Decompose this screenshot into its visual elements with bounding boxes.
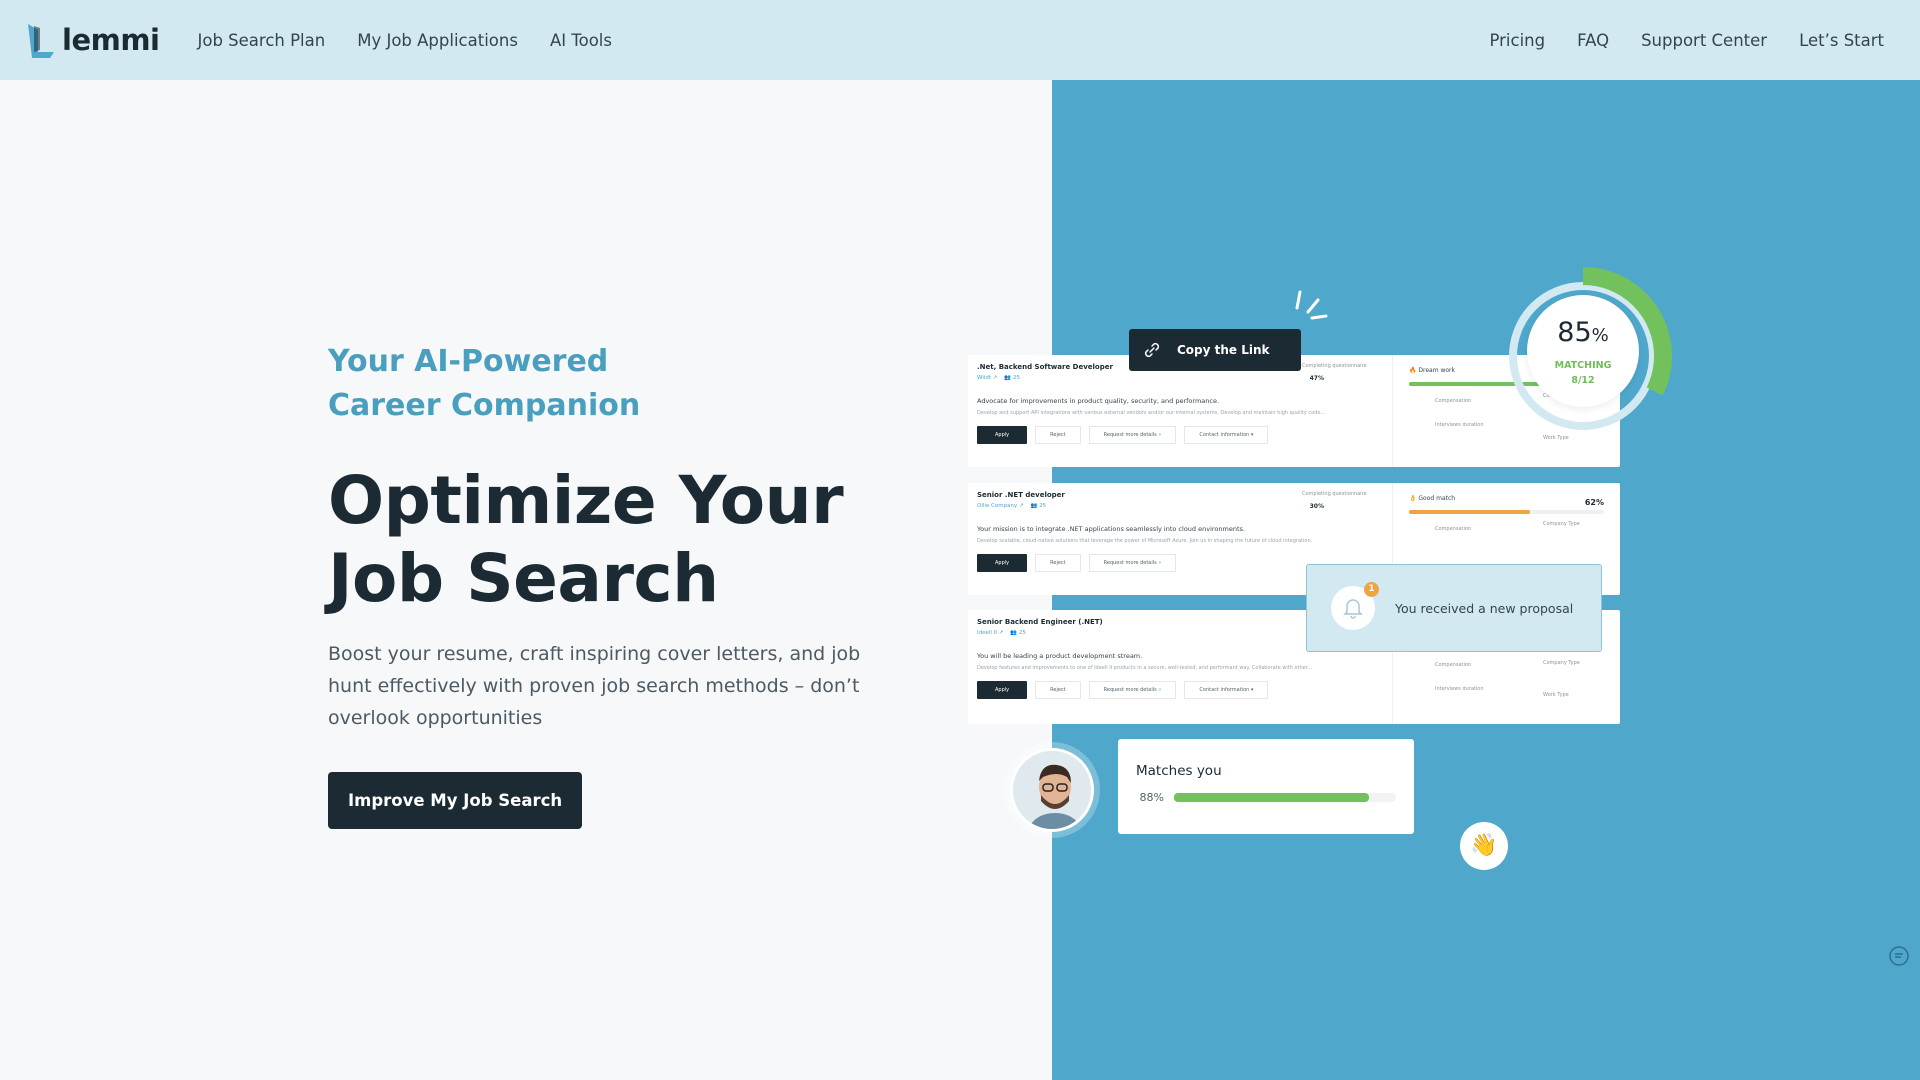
- field-interviews-duration: Interviews duration: [1435, 686, 1484, 692]
- matches-title: Matches you: [1136, 763, 1222, 779]
- bell-icon: 1: [1331, 582, 1379, 630]
- nav-lets-start[interactable]: Let’s Start: [1799, 31, 1884, 50]
- notification-badge: 1: [1364, 582, 1379, 597]
- questionnaire-label: Completing questionnaire: [1302, 491, 1367, 497]
- link-icon: [1144, 342, 1160, 358]
- questionnaire-label: Completing questionnaire: [1302, 363, 1367, 369]
- contact-info-dropdown[interactable]: Contact information ▾: [1184, 426, 1269, 444]
- questionnaire-pct: 47%: [1309, 375, 1324, 382]
- job-description-detail: Develop and support API integrations wit…: [977, 410, 1326, 416]
- sparkle-icon: [1295, 290, 1328, 320]
- chat-icon[interactable]: [1888, 945, 1910, 967]
- job-description-detail: Develop scalable, cloud-native solutions…: [977, 538, 1313, 544]
- matches-progress-bar: [1174, 793, 1396, 802]
- notification-text: You received a new proposal: [1395, 600, 1574, 616]
- waving-hand-icon: 👋: [1460, 822, 1508, 870]
- request-details-button[interactable]: Request more details »: [1088, 426, 1177, 444]
- logo-text: lemmi: [62, 23, 160, 57]
- job-description-detail: Develop features and improvements to one…: [977, 665, 1313, 671]
- questionnaire-pct: 30%: [1309, 503, 1324, 510]
- nav-pricing[interactable]: Pricing: [1489, 31, 1545, 50]
- copy-link-label: Copy the Link: [1177, 343, 1270, 357]
- nav-faq[interactable]: FAQ: [1577, 31, 1609, 50]
- matches-you-card: Matches you 88%: [1118, 739, 1414, 834]
- logo[interactable]: lemmi: [26, 22, 160, 58]
- field-company-type: Company Type: [1543, 521, 1580, 527]
- improve-job-search-button[interactable]: Improve My Job Search: [328, 772, 583, 829]
- nav-ai-tools[interactable]: AI Tools: [550, 31, 612, 50]
- apply-button[interactable]: Apply: [977, 681, 1028, 699]
- matches-percent: 88%: [1139, 791, 1164, 804]
- logo-icon: [28, 24, 54, 58]
- reject-button[interactable]: Reject: [1035, 554, 1081, 572]
- apply-button[interactable]: Apply: [977, 554, 1028, 572]
- new-proposal-notification[interactable]: 1 You received a new proposal: [1306, 564, 1602, 652]
- hero-eyebrow: Your AI-Powered Career Companion: [328, 344, 641, 423]
- job-description: Your mission is to integrate .NET applic…: [977, 525, 1245, 533]
- avatar: [1010, 748, 1094, 832]
- matching-label: MATCHING: [1554, 360, 1612, 371]
- reject-button[interactable]: Reject: [1035, 426, 1081, 444]
- hero-headline: Optimize Your Job Search: [328, 462, 844, 617]
- match-label: 👌 Good match: [1409, 495, 1456, 502]
- top-navbar: lemmi Job Search Plan My Job Application…: [0, 0, 1920, 80]
- match-bar: [1409, 510, 1604, 514]
- request-details-button[interactable]: Request more details »: [1088, 681, 1177, 699]
- nav-my-job-applications[interactable]: My Job Applications: [357, 31, 518, 50]
- matching-score: 85% MATCHING 8/12: [1527, 295, 1639, 407]
- field-company-type: Company Type: [1543, 660, 1580, 666]
- reject-button[interactable]: Reject: [1035, 681, 1081, 699]
- job-description: You will be leading a product developmen…: [977, 652, 1143, 660]
- contact-info-dropdown[interactable]: Contact information ▾: [1184, 681, 1269, 699]
- request-details-button[interactable]: Request more details »: [1088, 554, 1177, 572]
- nav-job-search-plan[interactable]: Job Search Plan: [198, 31, 326, 50]
- job-description: Advocate for improvements in product qua…: [977, 397, 1220, 405]
- match-percent: 62%: [1584, 498, 1604, 507]
- copy-link-button[interactable]: Copy the Link: [1129, 329, 1301, 371]
- apply-button[interactable]: Apply: [977, 426, 1028, 444]
- matching-count: 8/12: [1571, 375, 1595, 386]
- field-work-type: Work Type: [1543, 692, 1569, 698]
- hero-section: Your AI-Powered Career Companion Optimiz…: [328, 340, 928, 829]
- nav-support-center[interactable]: Support Center: [1641, 31, 1767, 50]
- hero-subtitle: Boost your resume, craft inspiring cover…: [328, 643, 861, 729]
